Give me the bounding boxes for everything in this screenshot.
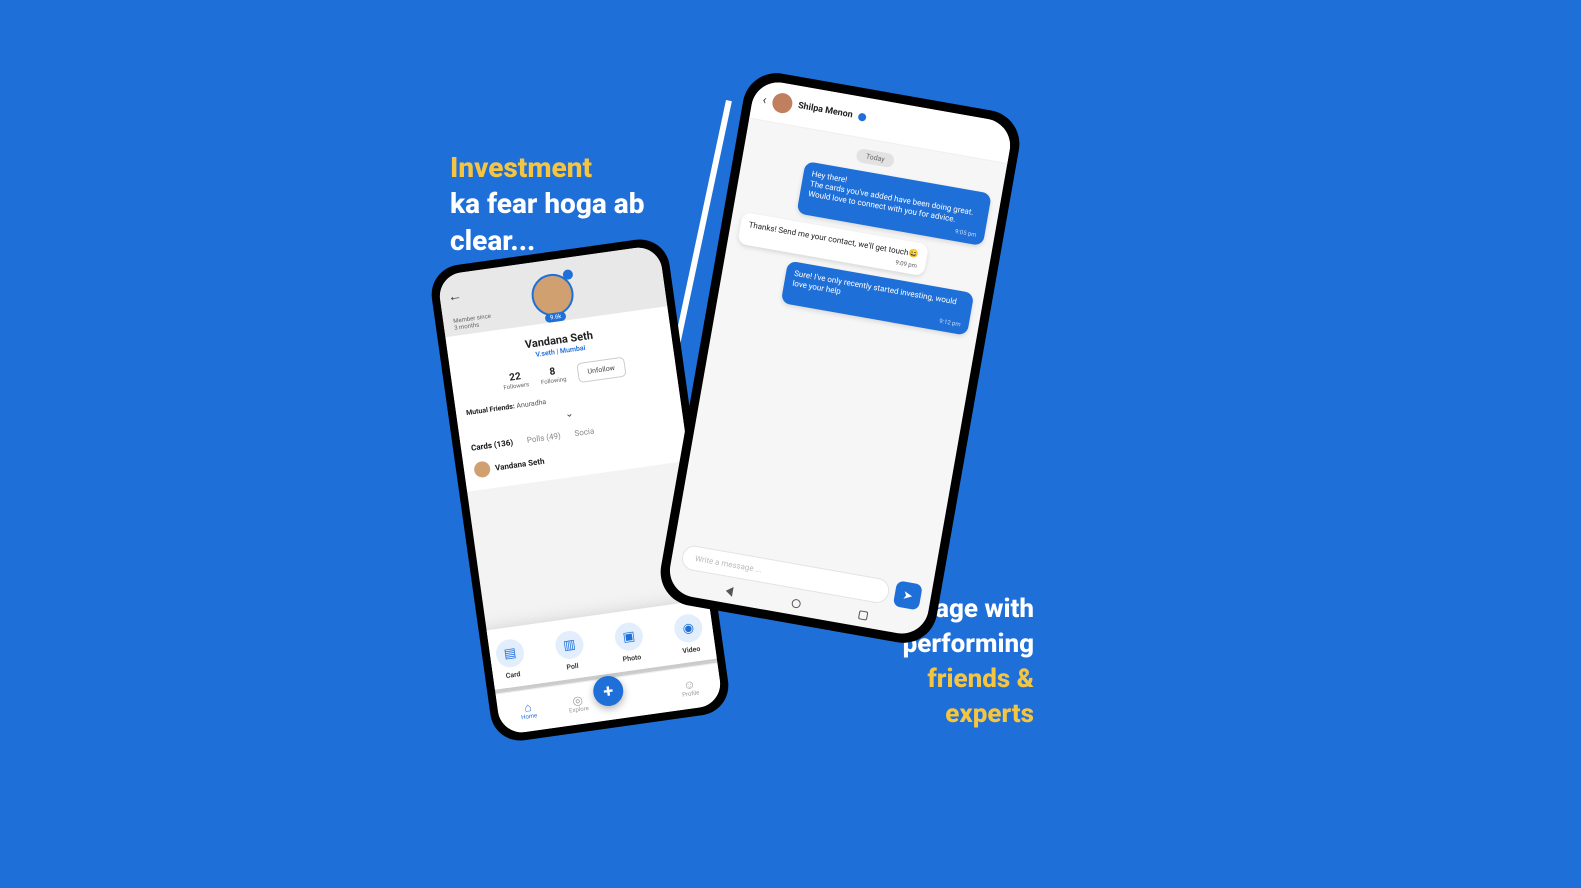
verified-badge-icon xyxy=(858,113,867,122)
compose-card-button[interactable]: ▤ Card xyxy=(494,638,527,682)
avatar-small xyxy=(473,460,491,478)
message-outgoing: Sure! I've only recently started investi… xyxy=(781,261,974,336)
back-icon[interactable]: ‹ xyxy=(761,92,767,107)
send-button[interactable]: ➤ xyxy=(893,580,923,610)
member-since: Member since3 months xyxy=(453,313,493,333)
tab-cards[interactable]: Cards (136) xyxy=(471,438,514,453)
phone-chat: ‹ Shilpa Menon Today Hey there! The card… xyxy=(655,68,1025,648)
photo-icon: ▣ xyxy=(613,621,645,653)
avatar[interactable] xyxy=(771,92,794,115)
compose-poll-button[interactable]: ▥ Poll xyxy=(554,629,587,673)
card-icon: ▤ xyxy=(494,638,526,670)
headline-right-line4: experts xyxy=(945,699,1034,729)
unfollow-button[interactable]: Unfollow xyxy=(576,357,626,383)
compose-video-button[interactable]: ◉ Video xyxy=(672,612,705,656)
nav-explore[interactable]: ◎ Explore xyxy=(567,693,589,715)
tab-social[interactable]: Socia xyxy=(574,426,595,438)
compose-photo-button[interactable]: ▣ Photo xyxy=(613,621,646,665)
send-icon: ➤ xyxy=(902,588,914,604)
headline-left-line3: clear... xyxy=(450,224,535,257)
headline-left-line2: ka fear hoga ab xyxy=(450,187,644,220)
android-back-icon[interactable] xyxy=(725,586,734,597)
back-icon[interactable]: ← xyxy=(447,287,463,306)
chat-contact-name: Shilpa Menon xyxy=(797,101,853,120)
avatar[interactable]: 9.6k xyxy=(529,271,576,318)
nav-profile[interactable]: ☺ Profile xyxy=(680,678,700,699)
followers-stat[interactable]: 22 Followers xyxy=(502,370,530,391)
following-stat[interactable]: 8 Following xyxy=(539,365,567,386)
poll-icon: ▥ xyxy=(554,629,586,661)
android-recent-icon[interactable] xyxy=(858,610,868,620)
tab-polls[interactable]: Polls (49) xyxy=(526,431,561,445)
headline-right-line3: friends & xyxy=(927,664,1034,694)
day-separator: Today xyxy=(855,148,896,169)
headline-left-line1: Investment xyxy=(450,151,592,184)
android-home-icon[interactable] xyxy=(791,598,801,608)
profile-body: Vandana Seth V.seth | Mumbai 22 Follower… xyxy=(445,306,689,492)
nav-home[interactable]: ⌂ Home xyxy=(519,700,538,721)
video-icon: ◉ xyxy=(672,612,704,644)
avatar-badge-icon xyxy=(562,269,573,280)
